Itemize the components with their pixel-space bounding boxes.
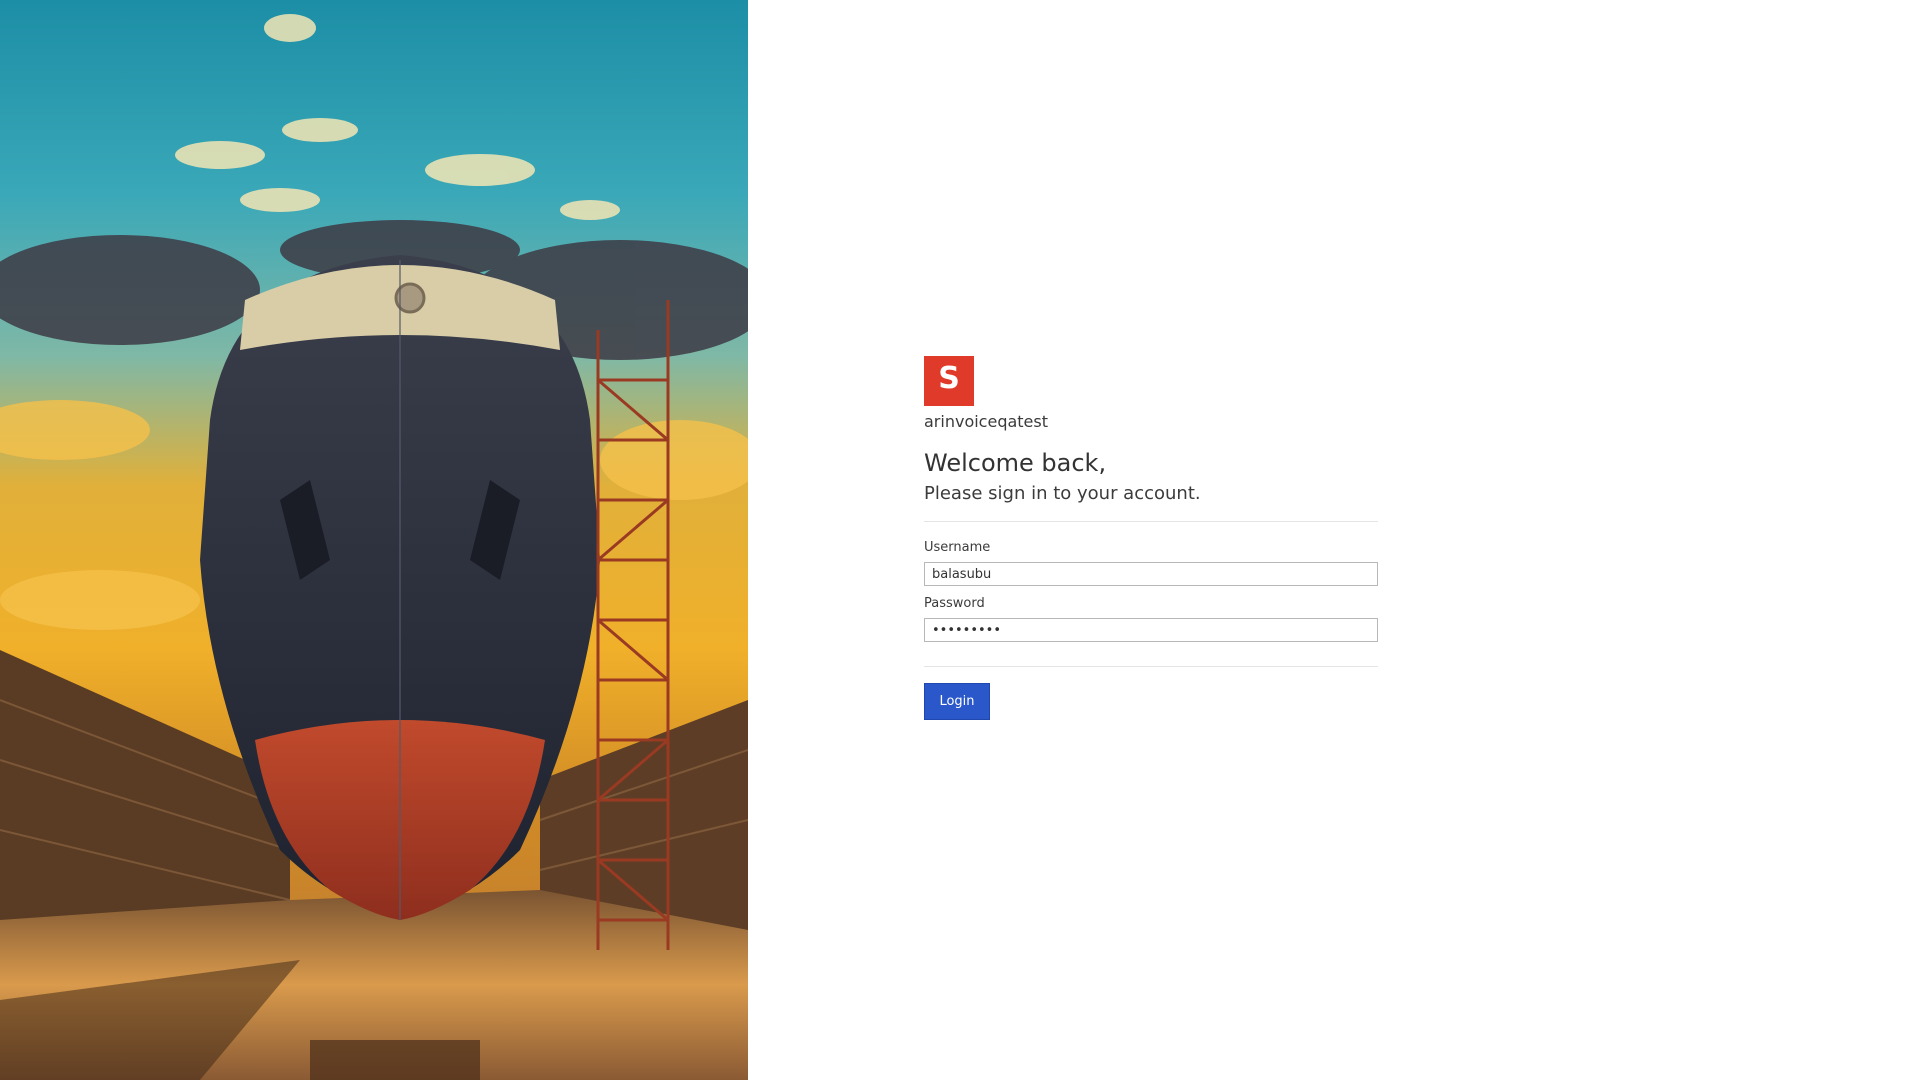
username-input[interactable]	[924, 562, 1378, 586]
hero-image	[0, 0, 748, 1080]
top-divider	[924, 521, 1378, 522]
welcome-heading: Welcome back,	[924, 449, 1107, 477]
login-button[interactable]: Login	[924, 683, 990, 720]
tenant-name: arinvoiceqatest	[924, 412, 1048, 431]
password-label: Password	[924, 596, 985, 611]
logo-letter: S	[938, 361, 960, 396]
signin-subtitle: Please sign in to your account.	[924, 483, 1201, 504]
login-form: S arinvoiceqatest Welcome back, Please s…	[924, 356, 1378, 720]
brand-logo: S	[924, 356, 974, 406]
login-page: S arinvoiceqatest Welcome back, Please s…	[0, 0, 1920, 1080]
bottom-divider	[924, 666, 1378, 667]
password-input[interactable]	[924, 618, 1378, 642]
username-label: Username	[924, 540, 991, 555]
